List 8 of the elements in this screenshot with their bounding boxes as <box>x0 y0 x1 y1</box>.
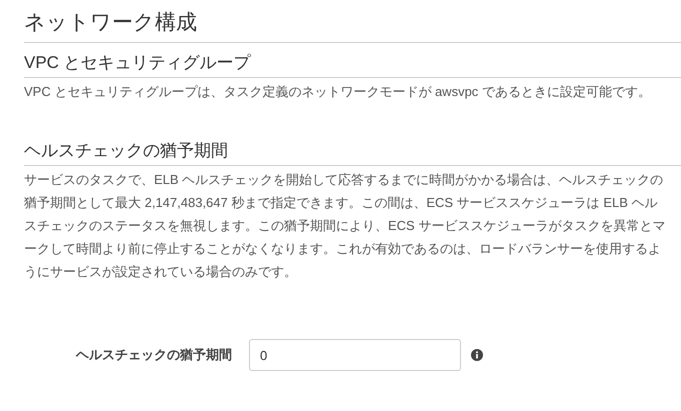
section-heading: VPC とセキュリティグループ <box>24 43 681 78</box>
grace-period-input[interactable]: 0 <box>249 339 461 371</box>
section-description: VPC とセキュリティグループは、タスク定義のネットワークモードが awsvpc であるときに設定可能です。 <box>24 83 652 101</box>
section-heading: ヘルスチェックの猶予期間 <box>24 131 681 166</box>
section-description: サービスのタスクで、ELB ヘルスチェックを開始して応答するまでに時間がかかる場合は、ヘルスチェックの猶予期間として最大 2,147,483,647 秒まで指定できます。この間は、ECS サービススケジューラは ELB ヘルスチェックのステータスを無視します。この猶予期間により、ECS サービススケジューラがタスクを異常とマークして時間より前に停止することがなくなります。これが有効であるのは、ロードバランサーを使用するようにサービスが設定されている場合のみです。 <box>24 171 666 281</box>
info-icon[interactable] <box>471 349 483 361</box>
page-title: ネットワーク構成 <box>24 4 681 43</box>
field-label: ヘルスチェックの猶予期間 <box>74 346 233 364</box>
